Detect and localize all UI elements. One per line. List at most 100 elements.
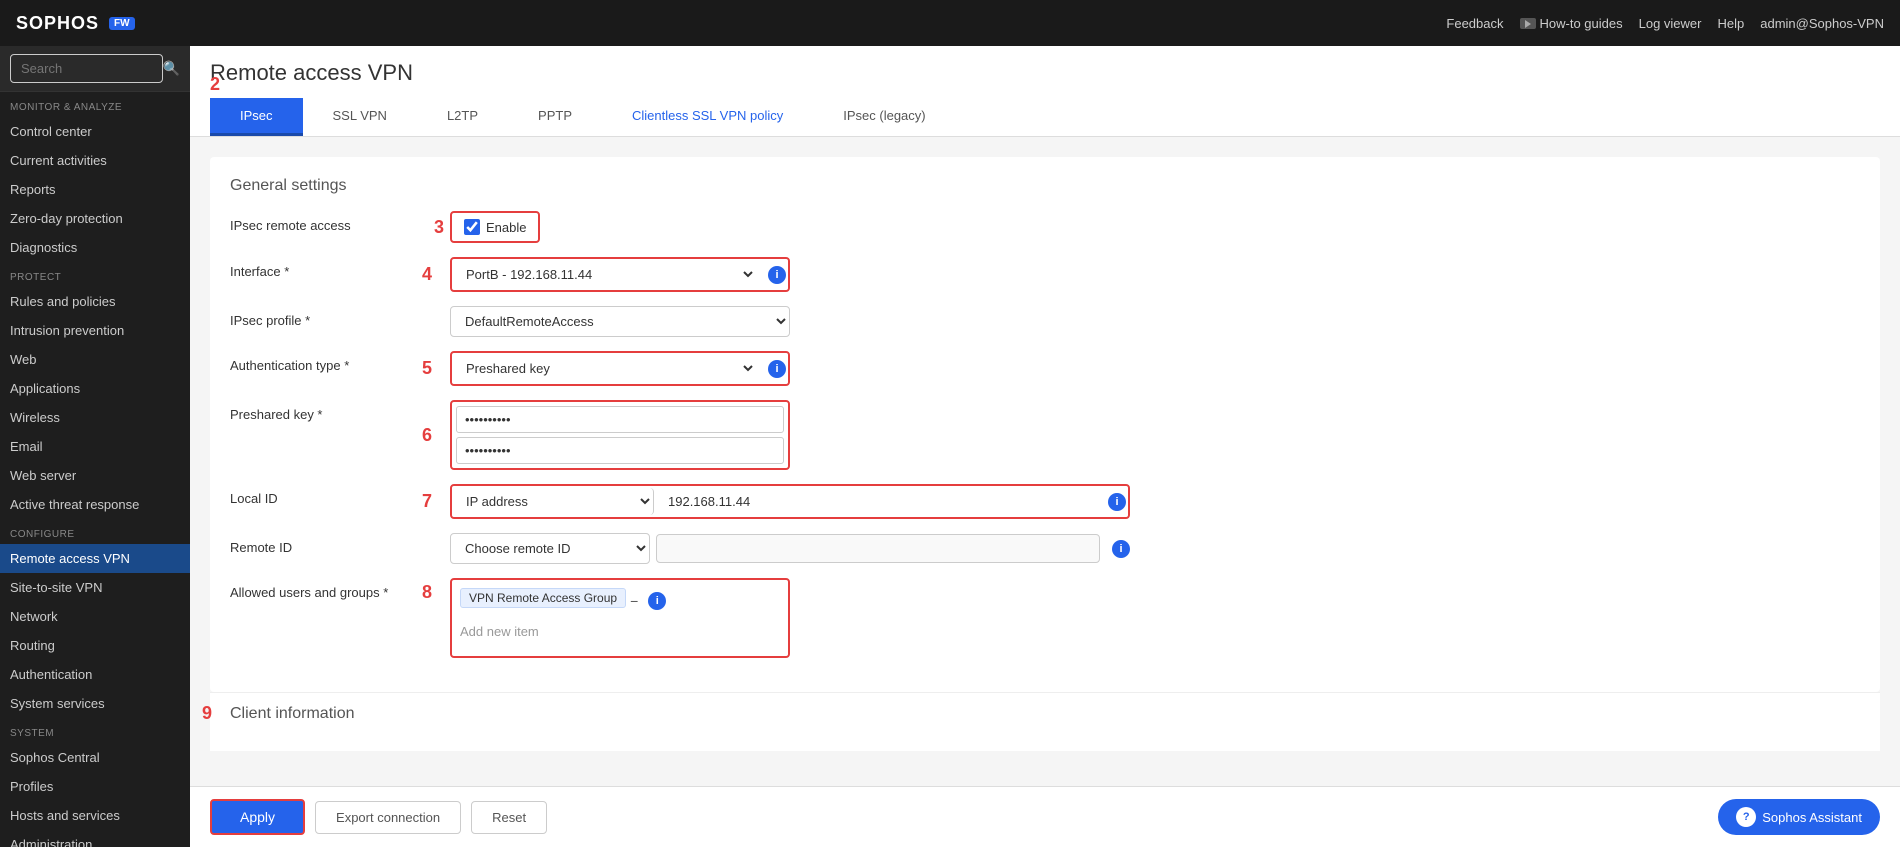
- sidebar-item-reports[interactable]: Reports: [0, 175, 190, 204]
- sidebar-item-hosts-and-services[interactable]: Hosts and services: [0, 801, 190, 830]
- sidebar: 🔍 MONITOR & ANALYZEControl centerCurrent…: [0, 46, 190, 847]
- allowed-users-tag-box: VPN Remote Access Group − i Add new item: [450, 578, 790, 658]
- remote-id-label: Remote ID: [230, 533, 450, 555]
- client-info-section: 9 Client information: [210, 692, 1880, 751]
- sidebar-item-active-threat-response[interactable]: Active threat response: [0, 490, 190, 519]
- fw-badge: FW: [109, 17, 135, 30]
- auth-type-row: Authentication type * 5 Preshared key Di…: [230, 351, 1860, 386]
- enable-label: Enable: [486, 220, 526, 235]
- interface-info-icon[interactable]: i: [768, 266, 786, 284]
- remote-id-row: Remote ID Choose remote ID IP address FQ…: [230, 533, 1860, 564]
- sidebar-item-wireless[interactable]: Wireless: [0, 403, 190, 432]
- feedback-link[interactable]: Feedback: [1446, 16, 1503, 31]
- assistant-question-icon: ?: [1736, 807, 1756, 827]
- form-section: General settings IPsec remote access 3 E…: [210, 157, 1880, 692]
- ipsec-remote-access-checkbox[interactable]: [464, 219, 480, 235]
- sidebar-item-authentication[interactable]: Authentication: [0, 660, 190, 689]
- local-id-info-icon[interactable]: i: [1108, 493, 1126, 511]
- allowed-users-control: 8 VPN Remote Access Group − i Add new it…: [450, 578, 1150, 658]
- reset-button[interactable]: Reset: [471, 801, 547, 834]
- sidebar-item-remote-access-vpn[interactable]: Remote access VPN: [0, 544, 190, 573]
- apply-button[interactable]: Apply: [210, 799, 305, 835]
- sidebar-item-routing[interactable]: Routing: [0, 631, 190, 660]
- sidebar-item-intrusion-prevention[interactable]: Intrusion prevention: [0, 316, 190, 345]
- tab-ssl-vpn[interactable]: SSL VPN: [303, 98, 417, 136]
- auth-type-box: Preshared key Digital certificate RSA ke…: [450, 351, 790, 386]
- local-id-box: IP address FQDN Email DER ASN1 DN i: [450, 484, 1130, 519]
- interface-label: Interface *: [230, 257, 450, 279]
- sidebar-item-administration[interactable]: Administration: [0, 830, 190, 847]
- sidebar-item-control-center[interactable]: Control center: [0, 117, 190, 146]
- local-id-row: Local ID 7 IP address FQDN Email DER ASN: [230, 484, 1860, 519]
- help-link[interactable]: Help: [1717, 16, 1744, 31]
- preshared-key-label: Preshared key *: [230, 400, 450, 422]
- sidebar-section-label-monitor---analyze: MONITOR & ANALYZE: [0, 92, 190, 117]
- sidebar-item-profiles[interactable]: Profiles: [0, 772, 190, 801]
- admin-link[interactable]: admin@Sophos-VPN: [1760, 16, 1884, 31]
- allowed-users-label: Allowed users and groups *: [230, 578, 450, 600]
- auth-type-label: Authentication type *: [230, 351, 450, 373]
- allowed-users-info-icon[interactable]: i: [648, 592, 666, 610]
- local-id-label: Local ID: [230, 484, 450, 506]
- tag-remove-button[interactable]: −: [630, 593, 638, 609]
- tab-l2tp[interactable]: L2TP: [417, 98, 508, 136]
- add-new-item-button[interactable]: Add new item: [460, 620, 780, 643]
- sidebar-item-zero-day-protection[interactable]: Zero-day protection: [0, 204, 190, 233]
- preshared-key-input-1[interactable]: [456, 406, 784, 433]
- sidebar-section-label-system: SYSTEM: [0, 718, 190, 743]
- top-bar-links: Feedback How-to guides Log viewer Help a…: [1446, 16, 1884, 31]
- sidebar-item-system-services[interactable]: System services: [0, 689, 190, 718]
- main-header: Remote access VPN 2 IPsecSSL VPNL2TPPPTP…: [190, 46, 1900, 137]
- local-id-input[interactable]: [660, 489, 1096, 514]
- remote-id-type-select[interactable]: Choose remote ID IP address FQDN: [450, 533, 650, 564]
- remote-id-info-icon[interactable]: i: [1112, 540, 1130, 558]
- auth-type-select[interactable]: Preshared key Digital certificate RSA ke…: [454, 355, 756, 382]
- local-id-type-select[interactable]: IP address FQDN Email DER ASN1 DN: [454, 488, 654, 515]
- ipsec-remote-access-control: 3 Enable: [450, 211, 1150, 243]
- step-2-callout: 2: [210, 74, 220, 95]
- main-content: Remote access VPN 2 IPsecSSL VPNL2TPPPTP…: [190, 46, 1900, 847]
- sidebar-item-web[interactable]: Web: [0, 345, 190, 374]
- sidebar-item-network[interactable]: Network: [0, 602, 190, 631]
- preshared-key-input-2[interactable]: [456, 437, 784, 464]
- ipsec-remote-access-label: IPsec remote access: [230, 211, 450, 233]
- tab-ipsec[interactable]: IPsec: [210, 98, 303, 136]
- log-viewer-link[interactable]: Log viewer: [1639, 16, 1702, 31]
- tab-clientless-ssl-vpn-policy[interactable]: Clientless SSL VPN policy: [602, 98, 813, 136]
- ipsec-profile-control: DefaultRemoteAccess: [450, 306, 1150, 337]
- search-icon[interactable]: 🔍: [163, 60, 180, 77]
- search-box: 🔍: [0, 46, 190, 92]
- step-9-callout: 9: [202, 703, 212, 724]
- sidebar-item-applications[interactable]: Applications: [0, 374, 190, 403]
- export-connection-button[interactable]: Export connection: [315, 801, 461, 834]
- client-info-title: Client information: [230, 705, 1860, 723]
- auth-type-info-icon[interactable]: i: [768, 360, 786, 378]
- sidebar-item-diagnostics[interactable]: Diagnostics: [0, 233, 190, 262]
- sidebar-item-web-server[interactable]: Web server: [0, 461, 190, 490]
- search-input[interactable]: [10, 54, 163, 83]
- sidebar-item-sophos-central[interactable]: Sophos Central: [0, 743, 190, 772]
- sidebar-item-rules-and-policies[interactable]: Rules and policies: [0, 287, 190, 316]
- ipsec-profile-select[interactable]: DefaultRemoteAccess: [450, 306, 790, 337]
- page-title: Remote access VPN: [210, 60, 1880, 86]
- how-to-guides-link[interactable]: How-to guides: [1520, 16, 1623, 31]
- sidebar-item-email[interactable]: Email: [0, 432, 190, 461]
- step-8-callout: 8: [422, 582, 432, 603]
- sidebar-item-current-activities[interactable]: Current activities: [0, 146, 190, 175]
- step-7-callout: 7: [422, 491, 432, 512]
- sidebar-item-site-to-site-vpn[interactable]: Site-to-site VPN: [0, 573, 190, 602]
- preshared-key-box: [450, 400, 790, 470]
- sophos-logo: SOPHOS: [16, 13, 99, 34]
- preshared-key-row: Preshared key * 6: [230, 400, 1860, 470]
- tab-pptp[interactable]: PPTP: [508, 98, 602, 136]
- interface-select[interactable]: PortB - 192.168.11.44 PortA - 192.168.1.…: [454, 261, 756, 288]
- enable-box: 3 Enable: [450, 211, 540, 243]
- sophos-assistant-button[interactable]: ? Sophos Assistant: [1718, 799, 1880, 835]
- remote-id-input[interactable]: [656, 534, 1100, 563]
- top-bar: SOPHOS FW Feedback How-to guides Log vie…: [0, 0, 1900, 46]
- ipsec-remote-access-row: IPsec remote access 3 Enable: [230, 211, 1860, 243]
- section-title: General settings: [230, 177, 1860, 195]
- tab-ipsec-legacy[interactable]: IPsec (legacy): [813, 98, 955, 136]
- auth-type-control: 5 Preshared key Digital certificate RSA …: [450, 351, 1150, 386]
- step-3-callout: 3: [434, 217, 444, 238]
